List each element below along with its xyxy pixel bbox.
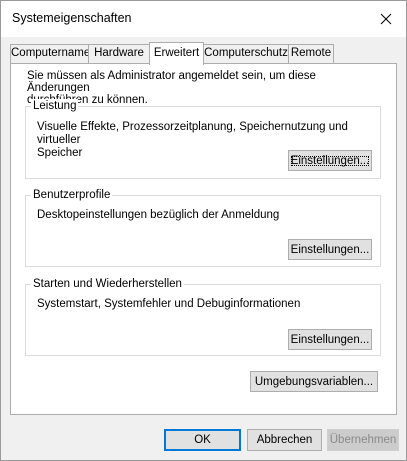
ok-label: OK — [194, 434, 211, 446]
tab-hardware[interactable]: Hardware — [88, 44, 150, 63]
cancel-button[interactable]: Abbrechen — [247, 429, 322, 451]
apply-label: Übernehmen — [329, 434, 397, 446]
tab-computerschutz[interactable]: Computerschutz — [203, 44, 289, 63]
tab-label: Hardware — [94, 47, 144, 59]
tab-erweitert[interactable]: Erweitert — [149, 42, 204, 65]
user-profiles-group-label: Benutzerprofile — [31, 188, 113, 202]
environment-variables-button[interactable]: Umgebungsvariablen... — [250, 371, 378, 392]
tab-remote[interactable]: Remote — [288, 44, 334, 63]
startup-recovery-settings-label: Einstellungen... — [290, 333, 370, 346]
window-title: Systemeigenschaften — [12, 11, 132, 25]
admin-info-text: Sie müssen als Administrator angemeldet … — [27, 70, 316, 106]
user-profiles-settings-button[interactable]: Einstellungen... — [288, 239, 372, 260]
close-icon — [380, 13, 392, 25]
apply-button[interactable]: Übernehmen — [327, 429, 399, 451]
ok-button[interactable]: OK — [164, 429, 241, 451]
tab-label: Computerschutz — [204, 47, 288, 59]
startup-recovery-group: Starten und Wiederherstellen Systemstart… — [25, 277, 381, 356]
environment-variables-label: Umgebungsvariablen... — [254, 375, 374, 388]
cancel-label: Abbrechen — [256, 434, 313, 446]
user-profiles-description: Desktopeinstellungen bezüglich der Anmel… — [37, 209, 280, 221]
performance-group: Leistung Visuelle Effekte, Prozessorzeit… — [25, 99, 381, 179]
tab-computername[interactable]: Computername — [10, 44, 91, 63]
advanced-tab-panel: Sie müssen als Administrator angemeldet … — [10, 63, 397, 415]
startup-recovery-description: Systemstart, Systemfehler und Debuginfor… — [37, 298, 301, 310]
performance-settings-label: Einstellungen... — [288, 153, 373, 169]
startup-recovery-group-label: Starten und Wiederherstellen — [31, 277, 184, 291]
tab-label: Computername — [11, 47, 91, 59]
tab-label: Erweitert — [153, 47, 200, 59]
system-properties-dialog: Systemeigenschaften Computername Hardwar… — [0, 0, 407, 461]
close-button[interactable] — [372, 5, 400, 33]
user-profiles-group: Benutzerprofile Desktopeinstellungen bez… — [25, 188, 381, 267]
tab-label: Remote — [290, 47, 332, 59]
performance-settings-button[interactable]: Einstellungen... — [288, 150, 372, 171]
performance-group-label: Leistung — [31, 99, 79, 113]
startup-recovery-settings-button[interactable]: Einstellungen... — [288, 329, 372, 350]
user-profiles-settings-label: Einstellungen... — [290, 243, 370, 256]
title-bar: Systemeigenschaften — [1, 1, 406, 37]
